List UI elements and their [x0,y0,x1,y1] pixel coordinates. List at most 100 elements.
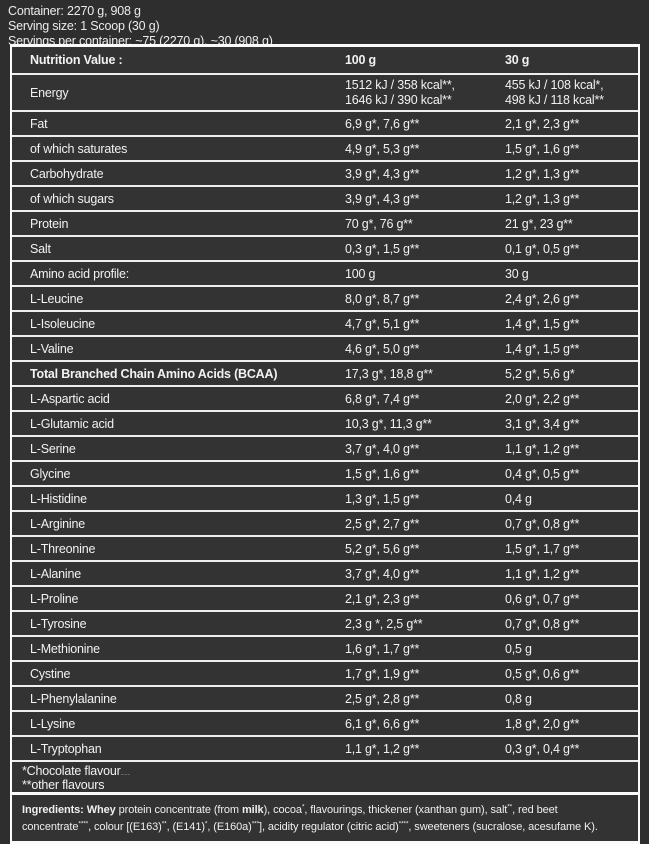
table-row: L-Phenylalanine2,5 g*, 2,8 g**0,8 g [12,687,638,712]
row-label: L-Tryptophan [30,742,345,756]
table-row: L-Alanine3,7 g*, 4,0 g**1,1 g*, 1,2 g** [12,562,638,587]
row-label: L-Phenylalanine [30,692,345,706]
value-100g: 4,6 g*, 5,0 g** [345,342,505,356]
row-label: of which saturates [30,142,345,156]
row-label: Salt [30,242,345,256]
value-100g: 17,3 g*, 18,8 g** [345,367,505,381]
value-30g: 0,1 g*, 0,5 g** [505,242,638,256]
ingredient-footnote-marker: *** [252,820,259,827]
value-30g: 455 kJ / 108 kcal*, 498 kJ / 118 kcal** [505,78,638,108]
value-30g: 1,2 g*, 1,3 g** [505,167,638,181]
value-100g: 2,5 g*, 2,8 g** [345,692,505,706]
table-row: L-Valine4,6 g*, 5,0 g**1,4 g*, 1,5 g** [12,337,638,362]
value-100g: 10,3 g*, 11,3 g** [345,417,505,431]
table-row: Amino acid profile:100 g30 g [12,262,638,287]
value-100g: 6,9 g*, 7,6 g** [345,117,505,131]
table-row: of which saturates4,9 g*, 5,3 g**1,5 g*,… [12,137,638,162]
value-30g: 1,5 g*, 1,6 g** [505,142,638,156]
ingredient-text-segment: Ingredients: Whey [22,804,119,816]
ingredient-footnote-marker: **** [78,820,88,827]
table-row: L-Tryptophan1,1 g*, 1,2 g**0,3 g*, 0,4 g… [12,737,638,762]
value-30g: 1,8 g*, 2,0 g** [505,717,638,731]
value-30g: 1,4 g*, 1,5 g** [505,342,638,356]
row-label: L-Aspartic acid [30,392,345,406]
row-label: L-Arginine [30,517,345,531]
value-100g: 1,6 g*, 1,7 g** [345,642,505,656]
footnote-tiny-note: ....... [121,771,131,777]
value-100g: 6,8 g*, 7,4 g** [345,392,505,406]
value-30g: 1,2 g*, 1,3 g** [505,192,638,206]
ingredient-text-segment: , flavourings, thickener (xanthan gum), … [304,804,507,816]
table-row: L-Glutamic acid10,3 g*, 11,3 g**3,1 g*, … [12,412,638,437]
value-30g: 1,4 g*, 1,5 g** [505,317,638,331]
container-info-block: Container: 2270 g, 908 g Serving size: 1… [0,0,649,43]
row-label: L-Histidine [30,492,345,506]
ingredient-footnote-marker: **** [399,820,409,827]
container-size-line: Container: 2270 g, 908 g [8,4,649,19]
row-label: Amino acid profile: [30,267,345,281]
table-row: Salt0,3 g*, 1,5 g**0,1 g*, 0,5 g** [12,237,638,262]
table-row: L-Histidine1,3 g*, 1,5 g**0,4 g [12,487,638,512]
value-30g: 0,7 g*, 0,8 g** [505,517,638,531]
value-100g: 1,5 g*, 1,6 g** [345,467,505,481]
value-100g: 2,3 g *, 2,5 g** [345,617,505,631]
value-30g: 2,0 g*, 2,2 g** [505,392,638,406]
row-label: L-Valine [30,342,345,356]
value-100g: 3,9 g*, 4,3 g** [345,192,505,206]
ingredients-block: Ingredients: Whey protein concentrate (f… [12,795,638,841]
ingredient-text-segment: ], acidity regulator (citric acid) [259,821,399,833]
header-col-100g: 100 g [345,53,505,67]
row-label: L-Serine [30,442,345,456]
value-30g: 0,7 g*, 0,8 g** [505,617,638,631]
value-100g: 8,0 g*, 8,7 g** [345,292,505,306]
row-label: L-Glutamic acid [30,417,345,431]
value-30g: 0,3 g*, 0,4 g** [505,742,638,756]
ingredient-text-segment: , (E141) [167,821,205,833]
table-row: L-Proline2,1 g*, 2,3 g**0,6 g*, 0,7 g** [12,587,638,612]
footnote-chocolate: *Chocolate flavour....... [22,765,638,779]
row-label: Protein [30,217,345,231]
row-label: L-Isoleucine [30,317,345,331]
value-100g: 4,7 g*, 5,1 g** [345,317,505,331]
ingredient-text-segment: ), cocoa [264,804,302,816]
value-30g: 30 g [505,267,638,281]
row-label: L-Tyrosine [30,617,345,631]
table-row: Fat6,9 g*, 7,6 g**2,1 g*, 2,3 g** [12,112,638,137]
row-label: Glycine [30,467,345,481]
value-30g: 2,1 g*, 2,3 g** [505,117,638,131]
row-label: of which sugars [30,192,345,206]
value-100g: 2,1 g*, 2,3 g** [345,592,505,606]
value-30g: 1,5 g*, 1,7 g** [505,542,638,556]
value-30g: 1,1 g*, 1,2 g** [505,442,638,456]
row-label: Energy [30,86,345,100]
ingredient-text-segment: , sweeteners (sucralose, acesufame K). [408,821,597,833]
table-row: L-Threonine5,2 g*, 5,6 g**1,5 g*, 1,7 g*… [12,537,638,562]
value-100g: 1,1 g*, 1,2 g** [345,742,505,756]
value-30g: 0,6 g*, 0,7 g** [505,592,638,606]
table-row: L-Serine3,7 g*, 4,0 g**1,1 g*, 1,2 g** [12,437,638,462]
table-row: Glycine1,5 g*, 1,6 g**0,4 g*, 0,5 g** [12,462,638,487]
row-label: Carbohydrate [30,167,345,181]
value-100g: 3,7 g*, 4,0 g** [345,442,505,456]
value-30g: 5,2 g*, 5,6 g* [505,367,638,381]
value-30g: 21 g*, 23 g** [505,217,638,231]
value-100g: 5,2 g*, 5,6 g** [345,542,505,556]
value-30g: 0,4 g [505,492,638,506]
table-row: of which sugars3,9 g*, 4,3 g**1,2 g*, 1,… [12,187,638,212]
footnote-other-flavours: **other flavours [22,779,638,793]
value-30g: 1,1 g*, 1,2 g** [505,567,638,581]
value-100g: 1,3 g*, 1,5 g** [345,492,505,506]
row-label: L-Leucine [30,292,345,306]
value-100g: 70 g*, 76 g** [345,217,505,231]
nutrition-table-body: Energy1512 kJ / 358 kcal**, 1646 kJ / 39… [12,75,638,762]
row-label: L-Alanine [30,567,345,581]
ingredient-text-segment: milk [242,804,264,816]
value-30g: 3,1 g*, 3,4 g** [505,417,638,431]
value-100g: 1512 kJ / 358 kcal**, 1646 kJ / 390 kcal… [345,78,505,108]
value-30g: 0,5 g [505,642,638,656]
table-row: L-Arginine2,5 g*, 2,7 g**0,7 g*, 0,8 g** [12,512,638,537]
value-100g: 4,9 g*, 5,3 g** [345,142,505,156]
value-100g: 6,1 g*, 6,6 g** [345,717,505,731]
value-100g: 1,7 g*, 1,9 g** [345,667,505,681]
footnotes-block: *Chocolate flavour....... **other flavou… [12,762,638,795]
